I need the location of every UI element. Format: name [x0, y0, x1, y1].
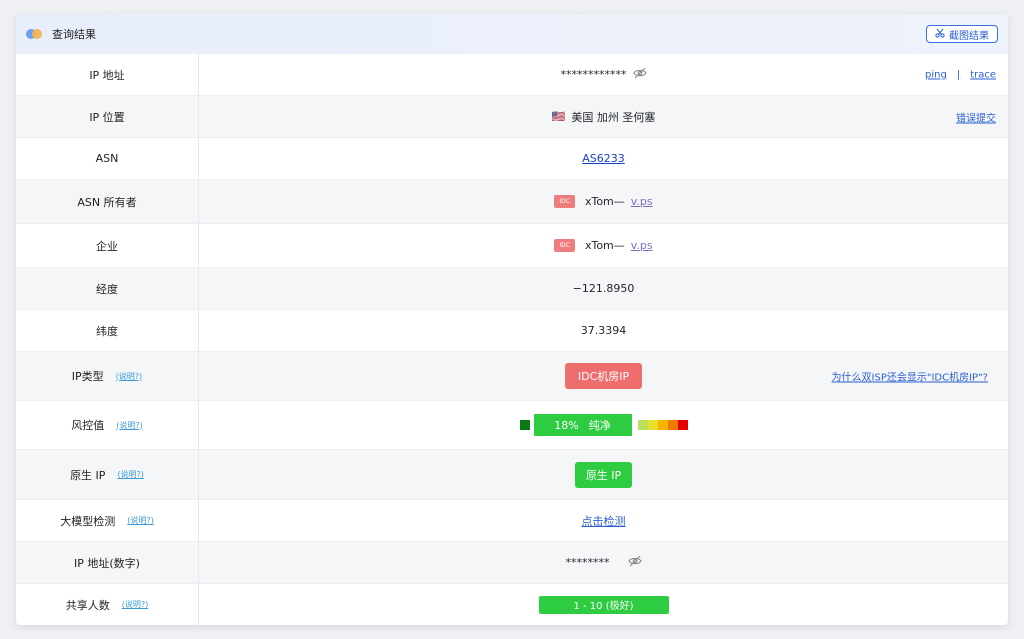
risk-score-meter: 18% 纯净 — [519, 414, 688, 436]
eye-off-icon[interactable] — [632, 67, 647, 82]
screenshot-button-label: 截图结果 — [949, 30, 989, 42]
risk-score-bar: 18% 纯净 — [533, 414, 632, 436]
ip-type-badge: IDC机房IP — [564, 363, 643, 389]
link-separator: | — [956, 69, 961, 80]
row-ip-address: IP 地址 ************ ping | trace — [16, 54, 1008, 96]
screenshot-button[interactable]: 截图结果 — [926, 25, 998, 43]
row-ip-location: IP 位置 🇺🇸 美国 加州 圣何塞 错误提交 — [16, 96, 1008, 138]
row-label: IP类型 — [71, 370, 104, 383]
help-link[interactable]: (说明?) — [116, 371, 143, 382]
company-name: xTom— — [584, 239, 625, 252]
report-error-link[interactable]: 错误提交 — [956, 109, 996, 124]
idc-tag: IDC — [554, 239, 575, 252]
row-risk-score: 风控值 (说明?) 18% 纯净 — [16, 401, 1008, 450]
row-label: 企业 — [16, 224, 199, 267]
asn-owner-domain-link[interactable]: v.ps — [631, 195, 653, 208]
row-asn: ASN AS6233 — [16, 138, 1008, 180]
row-sharing-count: 共享人数 (说明?) 1 - 10 (极好) — [16, 584, 1008, 625]
idc-tag: IDC — [554, 195, 575, 208]
ip-numeric-value: ******** — [565, 556, 610, 569]
query-result-card: 查询结果 截图结果 IP 地址 ************ ping | trac… — [16, 14, 1008, 625]
ping-link[interactable]: ping — [925, 69, 947, 80]
asn-owner-name: xTom— — [584, 195, 625, 208]
risk-scale-swatch — [667, 420, 678, 430]
row-longitude: 经度 −121.8950 — [16, 268, 1008, 310]
help-link[interactable]: (说明?) — [116, 420, 143, 431]
row-label: 风控值 — [71, 419, 105, 432]
risk-score-label: 纯净 — [588, 419, 611, 432]
ip-location-value: 美国 加州 圣何塞 — [571, 110, 656, 124]
row-label: IP 地址(数字) — [16, 542, 199, 583]
risk-score-indicator — [519, 420, 530, 430]
latitude-value: 37.3394 — [580, 324, 627, 337]
ip-type-explain-link[interactable]: 为什么双ISP还会显示"IDC机房IP"? — [832, 369, 988, 384]
risk-scale-swatch — [637, 420, 648, 430]
scissors-icon — [935, 28, 945, 41]
row-company: 企业 IDC xTom— v.ps — [16, 224, 1008, 268]
row-label: 共享人数 — [65, 598, 110, 612]
eye-off-icon[interactable] — [627, 555, 642, 570]
row-label: ASN 所有者 — [16, 180, 199, 223]
row-latitude: 纬度 37.3394 — [16, 310, 1008, 352]
row-label: 纬度 — [16, 310, 199, 351]
company-domain-link[interactable]: v.ps — [631, 239, 653, 252]
risk-scale-swatch — [677, 420, 688, 430]
card-title: 查询结果 — [52, 28, 96, 41]
longitude-value: −121.8950 — [572, 282, 635, 295]
row-label: ASN — [16, 138, 199, 179]
ip-address-value: ************ — [560, 68, 627, 81]
row-ip-numeric: IP 地址(数字) ******** — [16, 542, 1008, 584]
row-llm-detection: 大模型检测 (说明?) 点击检测 — [16, 500, 1008, 542]
row-label: 经度 — [16, 268, 199, 309]
risk-scale-swatch — [647, 420, 658, 430]
asn-link[interactable]: AS6233 — [582, 152, 625, 165]
row-asn-owner: ASN 所有者 IDC xTom— v.ps — [16, 180, 1008, 224]
risk-score-scale — [637, 420, 688, 430]
logo-icon — [26, 27, 44, 41]
sharing-count-bar: 1 - 10 (极好) — [538, 595, 669, 614]
risk-scale-swatch — [657, 420, 668, 430]
us-flag-icon: 🇺🇸 — [551, 110, 566, 123]
row-label: IP 地址 — [16, 54, 199, 95]
help-link[interactable]: (说明?) — [117, 469, 144, 480]
native-ip-badge: 原生 IP — [574, 461, 633, 488]
row-ip-type: IP类型 (说明?) IDC机房IP 为什么双ISP还会显示"IDC机房IP"? — [16, 352, 1008, 401]
trace-link[interactable]: trace — [970, 69, 996, 80]
risk-score-percent: 18% — [554, 418, 579, 432]
row-label: IP 位置 — [16, 96, 199, 137]
row-native-ip: 原生 IP (说明?) 原生 IP — [16, 450, 1008, 500]
card-header: 查询结果 截图结果 — [16, 14, 1008, 54]
help-link[interactable]: (说明?) — [127, 515, 154, 526]
help-link[interactable]: (说明?) — [122, 599, 149, 610]
row-label: 原生 IP — [70, 468, 106, 482]
llm-detect-link[interactable]: 点击检测 — [582, 513, 626, 529]
row-label: 大模型检测 — [60, 514, 116, 528]
